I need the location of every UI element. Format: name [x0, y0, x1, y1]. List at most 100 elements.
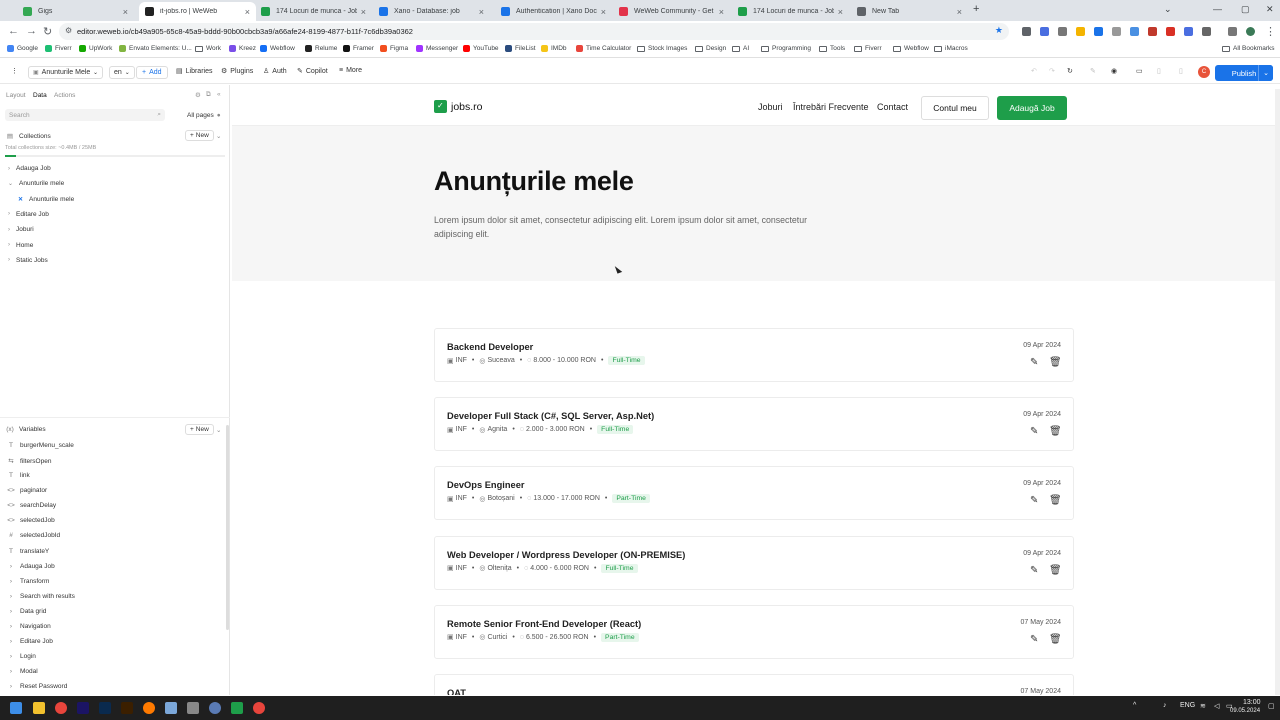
- mobile-view-icon[interactable]: ▯: [1179, 67, 1183, 75]
- app-icon[interactable]: [231, 702, 243, 714]
- canvas-scrollbar[interactable]: [1275, 89, 1280, 695]
- all-pages-filter[interactable]: All pages ●: [187, 112, 221, 119]
- browser-tab[interactable]: New Tab ×: [851, 2, 968, 21]
- wifi-icon[interactable]: ≋: [1200, 702, 1206, 710]
- extension-icon[interactable]: [1184, 27, 1193, 36]
- bookmark-folder[interactable]: Design: [695, 45, 726, 52]
- job-card[interactable]: Web Developer / Wordpress Developer (ON-…: [434, 535, 1074, 590]
- browser-tab[interactable]: Xano - Database: job ×: [373, 2, 490, 21]
- bookmark-item[interactable]: Envato Elements: U...: [119, 45, 192, 52]
- copilot-button[interactable]: ✎ Copilot: [297, 67, 328, 76]
- browser-tab[interactable]: Authentication | Xano Docume ×: [495, 2, 612, 21]
- variable-item[interactable]: › Adauga Job: [6, 563, 55, 570]
- browser-tab[interactable]: Gigs ×: [17, 2, 134, 21]
- panel-tab-layout[interactable]: Layout: [6, 92, 26, 99]
- app-icon[interactable]: [209, 702, 221, 714]
- bookmark-item[interactable]: Time Calculator: [576, 45, 631, 52]
- delete-icon[interactable]: 🗑: [1049, 495, 1062, 506]
- extension-icon[interactable]: [1022, 27, 1031, 36]
- job-card[interactable]: Developer Full Stack (C#, SQL Server, As…: [434, 397, 1074, 452]
- extension-icon[interactable]: [1148, 27, 1157, 36]
- sidebar-icon[interactable]: [1228, 27, 1237, 36]
- after-effects-icon[interactable]: [77, 702, 89, 714]
- tab-close-icon[interactable]: ×: [838, 7, 843, 17]
- collection-item[interactable]: ✕ Anunturile mele: [18, 196, 74, 203]
- photoshop-icon[interactable]: [99, 702, 111, 714]
- job-card[interactable]: Backend Developer 09 Apr 2024 ▣ INF • ◎ Suceav…: [434, 328, 1074, 382]
- job-title[interactable]: Backend Developer: [447, 342, 533, 352]
- popout-icon[interactable]: ⧉: [206, 91, 211, 99]
- job-card[interactable]: QAT 07 May 2024: [434, 674, 1074, 695]
- variable-item[interactable]: › Reset Password: [6, 683, 67, 690]
- extension-icon[interactable]: [1076, 27, 1085, 36]
- variable-item[interactable]: <> selectedJob: [6, 517, 55, 524]
- new-tab-button[interactable]: +: [973, 3, 979, 15]
- plugins-button[interactable]: ⚙ Plugins: [221, 67, 253, 76]
- add-job-button[interactable]: Adaugă Job: [997, 96, 1067, 120]
- variable-item[interactable]: › Editare Job: [6, 638, 53, 645]
- bookmark-folder[interactable]: Work: [195, 45, 221, 52]
- variable-item[interactable]: TtranslateY: [6, 548, 49, 555]
- job-card[interactable]: Remote Senior Front-End Developer (React…: [434, 604, 1074, 659]
- illustrator-icon[interactable]: [121, 702, 133, 714]
- bookmark-item[interactable]: Google: [7, 45, 38, 52]
- browser-menu-icon[interactable]: ⋮: [1265, 25, 1276, 38]
- close-window-button[interactable]: ✕: [1266, 4, 1274, 15]
- delete-icon[interactable]: 🗑: [1049, 565, 1062, 576]
- nav-link-contact[interactable]: Contact: [877, 102, 908, 112]
- edit-icon[interactable]: ✎: [1030, 634, 1038, 645]
- job-title[interactable]: DevOps Engineer: [447, 480, 525, 490]
- windows-start-icon[interactable]: [10, 702, 22, 714]
- variable-item[interactable]: › Login: [6, 653, 36, 660]
- variable-item[interactable]: Tlink: [6, 472, 30, 479]
- bookmark-item[interactable]: FileList: [505, 45, 536, 52]
- bookmark-item[interactable]: Webflow: [260, 45, 295, 52]
- variable-item[interactable]: <> searchDelay: [6, 502, 56, 509]
- tab-close-icon[interactable]: ×: [957, 7, 962, 17]
- collection-item[interactable]: › Adauga Job: [8, 165, 51, 172]
- variable-item[interactable]: › Navigation: [6, 623, 51, 630]
- variable-item[interactable]: › Data grid: [6, 608, 46, 615]
- bookmark-item[interactable]: Kreez: [229, 45, 256, 52]
- editor-menu-icon[interactable]: ⋮: [11, 67, 18, 75]
- site-info-icon[interactable]: ⚙: [65, 26, 72, 35]
- panel-tab-data[interactable]: Data: [33, 92, 47, 99]
- collection-item[interactable]: › Static Jobs: [8, 257, 48, 264]
- variable-item[interactable]: › Search with results: [6, 593, 75, 600]
- job-title[interactable]: Web Developer / Wordpress Developer (ON-…: [447, 550, 685, 560]
- file-explorer-icon[interactable]: [33, 702, 45, 714]
- bookmark-folder[interactable]: Webflow: [893, 45, 929, 52]
- edit-icon[interactable]: ✎: [1030, 495, 1038, 506]
- bookmark-item[interactable]: Relume: [305, 45, 337, 52]
- chevron-down-icon[interactable]: ⌄: [216, 132, 221, 140]
- tab-search-icon[interactable]: ⌄: [1164, 4, 1172, 15]
- settings-icon[interactable]: ⚙: [195, 91, 201, 99]
- browser-tab[interactable]: 174 Locuri de munca - Joburi I ×: [732, 2, 849, 21]
- bookmark-item[interactable]: UpWork: [79, 45, 112, 52]
- tab-close-icon[interactable]: ×: [479, 7, 484, 17]
- tab-close-icon[interactable]: ×: [361, 7, 366, 17]
- nav-link-joburi[interactable]: Joburi: [758, 102, 783, 112]
- bookmark-folder[interactable]: Stock Images: [637, 45, 687, 52]
- bookmark-folder[interactable]: Programming: [761, 45, 811, 52]
- collection-item[interactable]: › Editare Job: [8, 211, 49, 218]
- edit-mode-icon[interactable]: ✎: [1090, 67, 1096, 75]
- browser-tab[interactable]: it-jobs.ro | WeWeb ×: [139, 2, 256, 21]
- bookmark-star-icon[interactable]: ★: [995, 25, 1003, 36]
- new-collection-button[interactable]: + New: [185, 130, 214, 141]
- undo-icon[interactable]: ↶: [1031, 67, 1037, 75]
- bookmark-folder[interactable]: Fiverr: [854, 45, 882, 52]
- forward-icon[interactable]: →: [26, 25, 37, 37]
- collapse-panel-icon[interactable]: «: [217, 91, 221, 98]
- maximize-button[interactable]: ▢: [1241, 4, 1250, 15]
- publish-options-chevron-icon[interactable]: ⌄: [1258, 65, 1273, 81]
- extension-icon[interactable]: [1040, 27, 1049, 36]
- job-title[interactable]: QAT: [447, 688, 466, 695]
- edit-icon[interactable]: ✎: [1030, 426, 1038, 437]
- bookmark-item[interactable]: IMDb: [541, 45, 567, 52]
- bookmark-item[interactable]: Figma: [380, 45, 408, 52]
- bookmark-item[interactable]: Messenger: [416, 45, 458, 52]
- clock-time[interactable]: 13:00: [1243, 699, 1261, 706]
- collection-item[interactable]: › Joburi: [8, 226, 34, 233]
- notification-icon[interactable]: ▢: [1268, 702, 1275, 710]
